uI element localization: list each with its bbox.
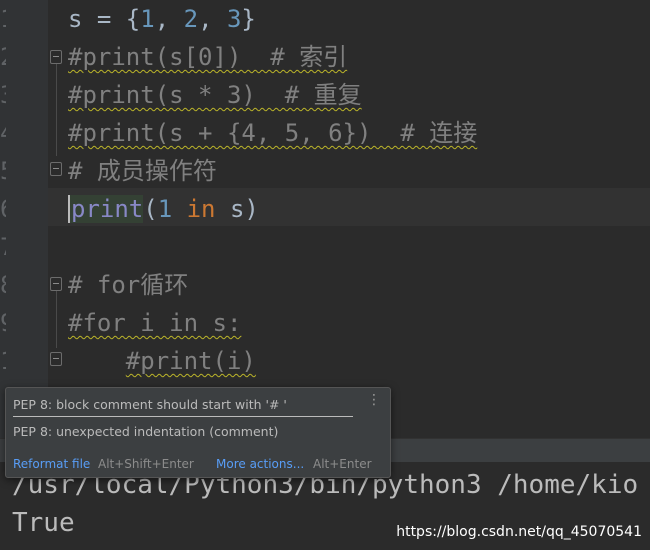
- fold-guide: [56, 291, 57, 348]
- line-number: 5: [0, 152, 6, 190]
- line-number: 7: [0, 228, 6, 266]
- console-output-line: True: [12, 508, 75, 538]
- fold-toggle-icon[interactable]: [50, 50, 62, 64]
- number-literal: 2: [183, 5, 199, 33]
- reformat-shortcut: Alt+Shift+Enter: [98, 457, 194, 471]
- line-number: 2: [0, 38, 6, 76]
- code-line[interactable]: print(1 in s): [68, 190, 259, 228]
- pep8-message: PEP 8: unexpected indentation (comment): [13, 424, 279, 439]
- code-token: }: [241, 5, 256, 33]
- comment-text: # 成员操作符: [68, 157, 217, 185]
- line-number-gutter[interactable]: 1 2 3 4 5 6 7 8 9 10: [0, 0, 48, 438]
- divider: [13, 416, 353, 417]
- code-token: s): [215, 195, 259, 223]
- code-token: s = {: [68, 5, 141, 33]
- line-number: 9: [0, 304, 6, 342]
- code-line[interactable]: #print(s[0]) # 索引: [68, 38, 347, 76]
- comment-text: #for i in s:: [68, 309, 242, 337]
- number-literal: 3: [226, 5, 242, 33]
- code-editor[interactable]: 1 2 3 4 5 6 7 8 9 10 s = {1, 2, 3} #prin…: [0, 0, 650, 438]
- fold-toggle-icon[interactable]: [50, 352, 62, 366]
- code-line[interactable]: # for循环: [68, 266, 188, 304]
- more-actions-link[interactable]: More actions...: [216, 457, 304, 471]
- number-literal: 1: [157, 195, 173, 223]
- builtin-function: print: [68, 195, 144, 223]
- comment-text: #print(s[0]) # 索引: [68, 43, 348, 71]
- more-options-icon[interactable]: ⋮: [367, 393, 381, 407]
- code-token: (: [143, 195, 158, 223]
- code-line[interactable]: s = {1, 2, 3}: [68, 0, 256, 38]
- more-actions-shortcut: Alt+Enter: [313, 457, 372, 471]
- code-line[interactable]: #print(s * 3) # 重复: [68, 76, 362, 114]
- code-token: ,: [198, 5, 227, 33]
- code-line[interactable]: # 成员操作符: [68, 152, 217, 190]
- comment-text: # for循环: [68, 271, 189, 299]
- fold-toggle-icon[interactable]: [50, 277, 62, 291]
- inspection-popup[interactable]: PEP 8: block comment should start with '…: [5, 387, 391, 478]
- line-number: 6: [0, 190, 6, 228]
- line-number: 10: [0, 342, 6, 380]
- line-number: 8: [0, 266, 6, 304]
- line-number: 1: [0, 0, 6, 38]
- keyword: in: [186, 195, 216, 223]
- fold-toggle-icon[interactable]: [50, 162, 62, 176]
- number-literal: 1: [140, 5, 155, 33]
- code-line[interactable]: #for i in s:: [68, 304, 241, 342]
- code-line[interactable]: #print(i): [68, 342, 256, 380]
- code-line[interactable]: #print(s + {4, 5, 6}) # 连接: [68, 114, 477, 152]
- line-number: 4: [0, 114, 6, 152]
- code-token: ,: [154, 5, 184, 33]
- comment-text: #print(s + {4, 5, 6}) # 连接: [68, 119, 478, 147]
- comment-text: #print(i): [125, 347, 256, 375]
- reformat-file-link[interactable]: Reformat file: [13, 457, 90, 471]
- line-number: 3: [0, 76, 6, 114]
- comment-text: #print(s * 3) # 重复: [68, 81, 362, 109]
- fold-guide: [56, 64, 57, 156]
- watermark: https://blog.csdn.net/qq_45070541: [396, 524, 642, 540]
- pep8-message: PEP 8: block comment should start with '…: [13, 397, 287, 412]
